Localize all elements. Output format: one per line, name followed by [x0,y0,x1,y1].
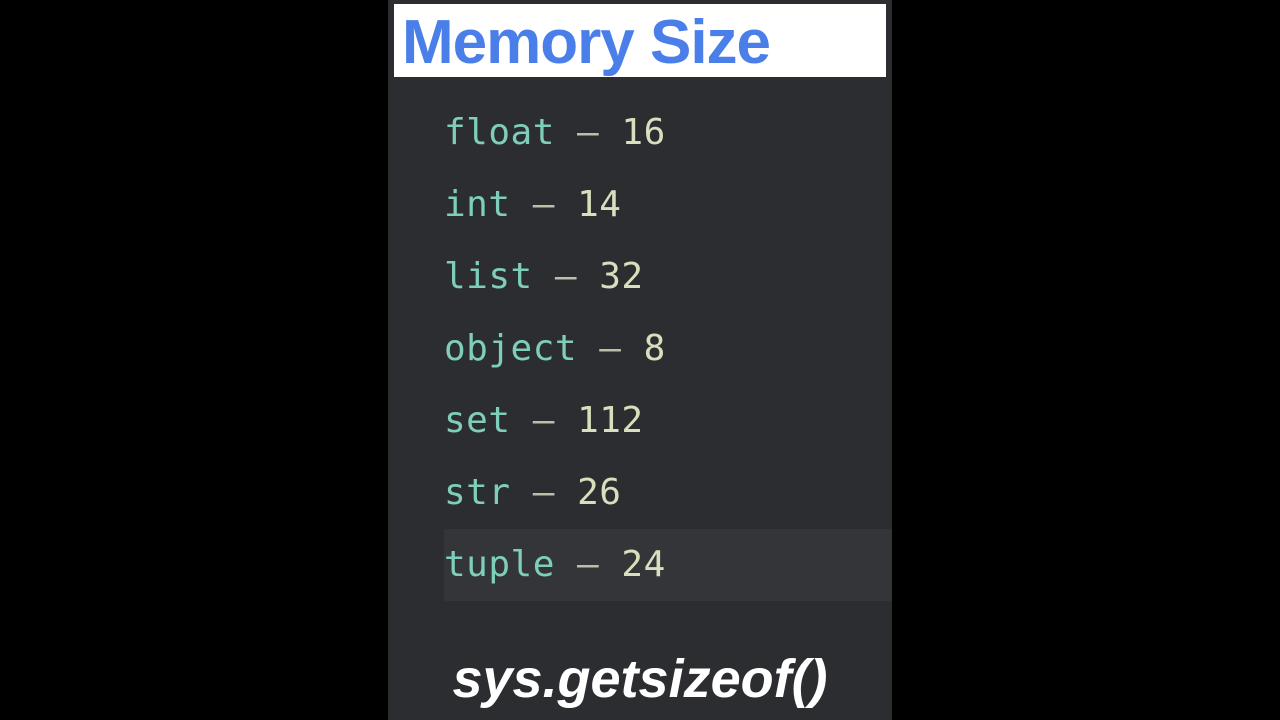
memory-row: str — 26 [444,457,892,529]
memory-row: object — 8 [444,313,892,385]
separator: — [511,184,578,225]
memory-row: int — 14 [444,169,892,241]
size-value: 32 [599,256,643,297]
type-name: set [444,400,511,441]
memory-rows: float — 16 int — 14 list — 32 object — 8… [388,77,892,644]
type-name: float [444,112,555,153]
type-name: int [444,184,511,225]
size-value: 24 [621,544,665,585]
memory-row: tuple — 24 [444,529,892,601]
separator: — [511,472,578,513]
separator: — [511,400,578,441]
content-panel: Memory Size float — 16 int — 14 list — 3… [388,0,892,720]
type-name: list [444,256,533,297]
type-name: str [444,472,511,513]
size-value: 14 [577,184,621,225]
separator: — [555,544,622,585]
separator: — [533,256,600,297]
separator: — [577,328,644,369]
title: Memory Size [402,10,878,75]
separator: — [555,112,622,153]
size-value: 26 [577,472,621,513]
subtitle: sys.getsizeof() [388,644,892,720]
memory-row: float — 16 [444,97,892,169]
type-name: tuple [444,544,555,585]
title-bar: Memory Size [394,4,886,77]
size-value: 16 [621,112,665,153]
type-name: object [444,328,577,369]
memory-row: list — 32 [444,241,892,313]
size-value: 8 [644,328,666,369]
size-value: 112 [577,400,644,441]
memory-row: set — 112 [444,385,892,457]
